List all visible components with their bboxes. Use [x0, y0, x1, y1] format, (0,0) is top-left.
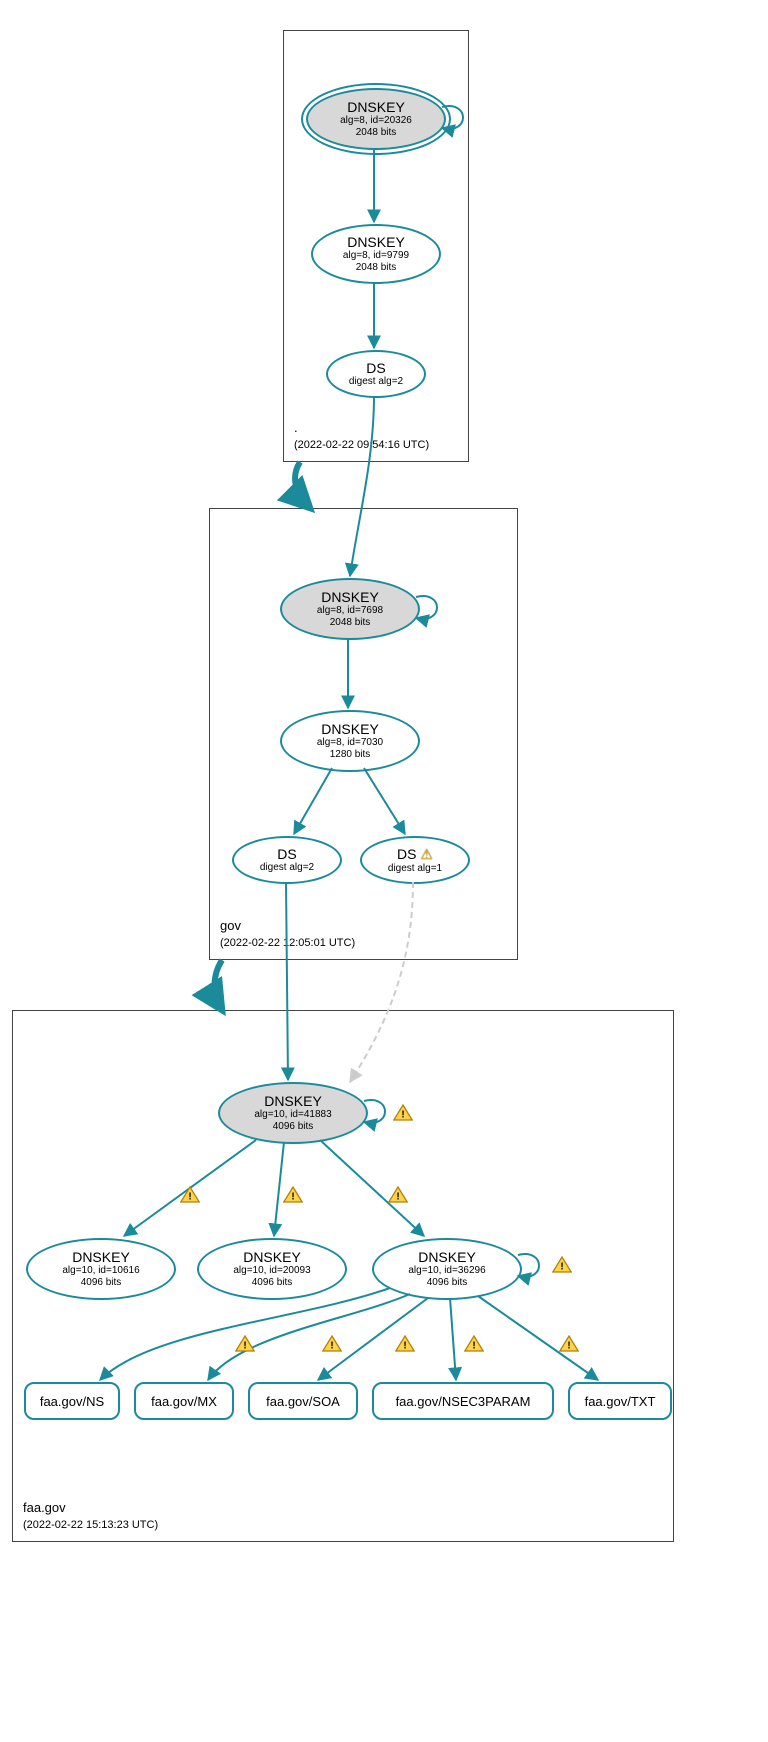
zone-root-timestamp: (2022-02-22 09:54:16 UTC) [294, 439, 429, 451]
faa-zsk2-sub1: alg=10, id=20093 [233, 1265, 310, 1277]
node-rr-txt[interactable]: faa.gov/TXT [568, 1382, 672, 1420]
faa-zsk1-sub2: 4096 bits [81, 1277, 122, 1289]
root-zsk-sub1: alg=8, id=9799 [343, 250, 409, 262]
root-zsk-title: DNSKEY [347, 234, 405, 250]
gov-ds2-title-text: DS [397, 846, 416, 862]
node-rr-ns[interactable]: faa.gov/NS [24, 1382, 120, 1420]
node-root-ds[interactable]: DS digest alg=2 [326, 350, 426, 398]
zone-root-label: . [294, 420, 298, 435]
faa-ksk-sub2: 4096 bits [273, 1121, 314, 1133]
rr-ns-label: faa.gov/NS [40, 1394, 104, 1409]
faa-zsk1-sub1: alg=10, id=10616 [62, 1265, 139, 1277]
root-ksk-title: DNSKEY [347, 99, 405, 115]
root-ksk-sub2: 2048 bits [356, 127, 397, 139]
faa-zsk2-title: DNSKEY [243, 1249, 301, 1265]
zone-faa-label: faa.gov [23, 1500, 66, 1515]
node-gov-ds1[interactable]: DS digest alg=2 [232, 836, 342, 884]
faa-zsk3-sub1: alg=10, id=36296 [408, 1265, 485, 1277]
rr-nsec3-label: faa.gov/NSEC3PARAM [396, 1394, 531, 1409]
faa-zsk1-title: DNSKEY [72, 1249, 130, 1265]
node-faa-zsk1[interactable]: DNSKEY alg=10, id=10616 4096 bits [26, 1238, 176, 1300]
node-gov-zsk[interactable]: DNSKEY alg=8, id=7030 1280 bits [280, 710, 420, 772]
gov-zsk-sub2: 1280 bits [330, 749, 371, 761]
zone-gov-timestamp: (2022-02-22 12:05:01 UTC) [220, 937, 355, 949]
node-gov-ds2[interactable]: DS ⚠ digest alg=1 [360, 836, 470, 884]
root-ds-sub1: digest alg=2 [349, 376, 403, 388]
gov-zsk-sub1: alg=8, id=7030 [317, 737, 383, 749]
faa-zsk3-sub2: 4096 bits [427, 1277, 468, 1289]
gov-ds2-sub1: digest alg=1 [388, 863, 442, 875]
faa-zsk2-sub2: 4096 bits [252, 1277, 293, 1289]
node-root-zsk[interactable]: DNSKEY alg=8, id=9799 2048 bits [311, 224, 441, 284]
node-gov-ksk[interactable]: DNSKEY alg=8, id=7698 2048 bits [280, 578, 420, 640]
node-faa-zsk2[interactable]: DNSKEY alg=10, id=20093 4096 bits [197, 1238, 347, 1300]
rr-soa-label: faa.gov/SOA [266, 1394, 340, 1409]
node-rr-soa[interactable]: faa.gov/SOA [248, 1382, 358, 1420]
root-zsk-sub2: 2048 bits [356, 262, 397, 274]
faa-ksk-sub1: alg=10, id=41883 [254, 1109, 331, 1121]
node-faa-ksk[interactable]: DNSKEY alg=10, id=41883 4096 bits [218, 1082, 368, 1144]
root-ksk-sub1: alg=8, id=20326 [340, 115, 412, 127]
gov-zsk-title: DNSKEY [321, 721, 379, 737]
node-faa-zsk3[interactable]: DNSKEY alg=10, id=36296 4096 bits [372, 1238, 522, 1300]
gov-ksk-sub1: alg=8, id=7698 [317, 605, 383, 617]
rr-txt-label: faa.gov/TXT [585, 1394, 656, 1409]
zone-gov-label: gov [220, 918, 241, 933]
faa-ksk-title: DNSKEY [264, 1093, 322, 1109]
node-root-ksk[interactable]: DNSKEY alg=8, id=20326 2048 bits [306, 88, 446, 150]
gov-ds1-title: DS [277, 846, 296, 862]
gov-ksk-sub2: 2048 bits [330, 617, 371, 629]
node-rr-nsec3[interactable]: faa.gov/NSEC3PARAM [372, 1382, 554, 1420]
faa-zsk3-title: DNSKEY [418, 1249, 476, 1265]
rr-mx-label: faa.gov/MX [151, 1394, 217, 1409]
gov-ds2-title: DS ⚠ [397, 846, 433, 863]
root-ds-title: DS [366, 360, 385, 376]
node-rr-mx[interactable]: faa.gov/MX [134, 1382, 234, 1420]
zone-faa-timestamp: (2022-02-22 15:13:23 UTC) [23, 1519, 158, 1531]
gov-ds1-sub1: digest alg=2 [260, 862, 314, 874]
warning-icon: ⚠ [420, 846, 433, 862]
gov-ksk-title: DNSKEY [321, 589, 379, 605]
